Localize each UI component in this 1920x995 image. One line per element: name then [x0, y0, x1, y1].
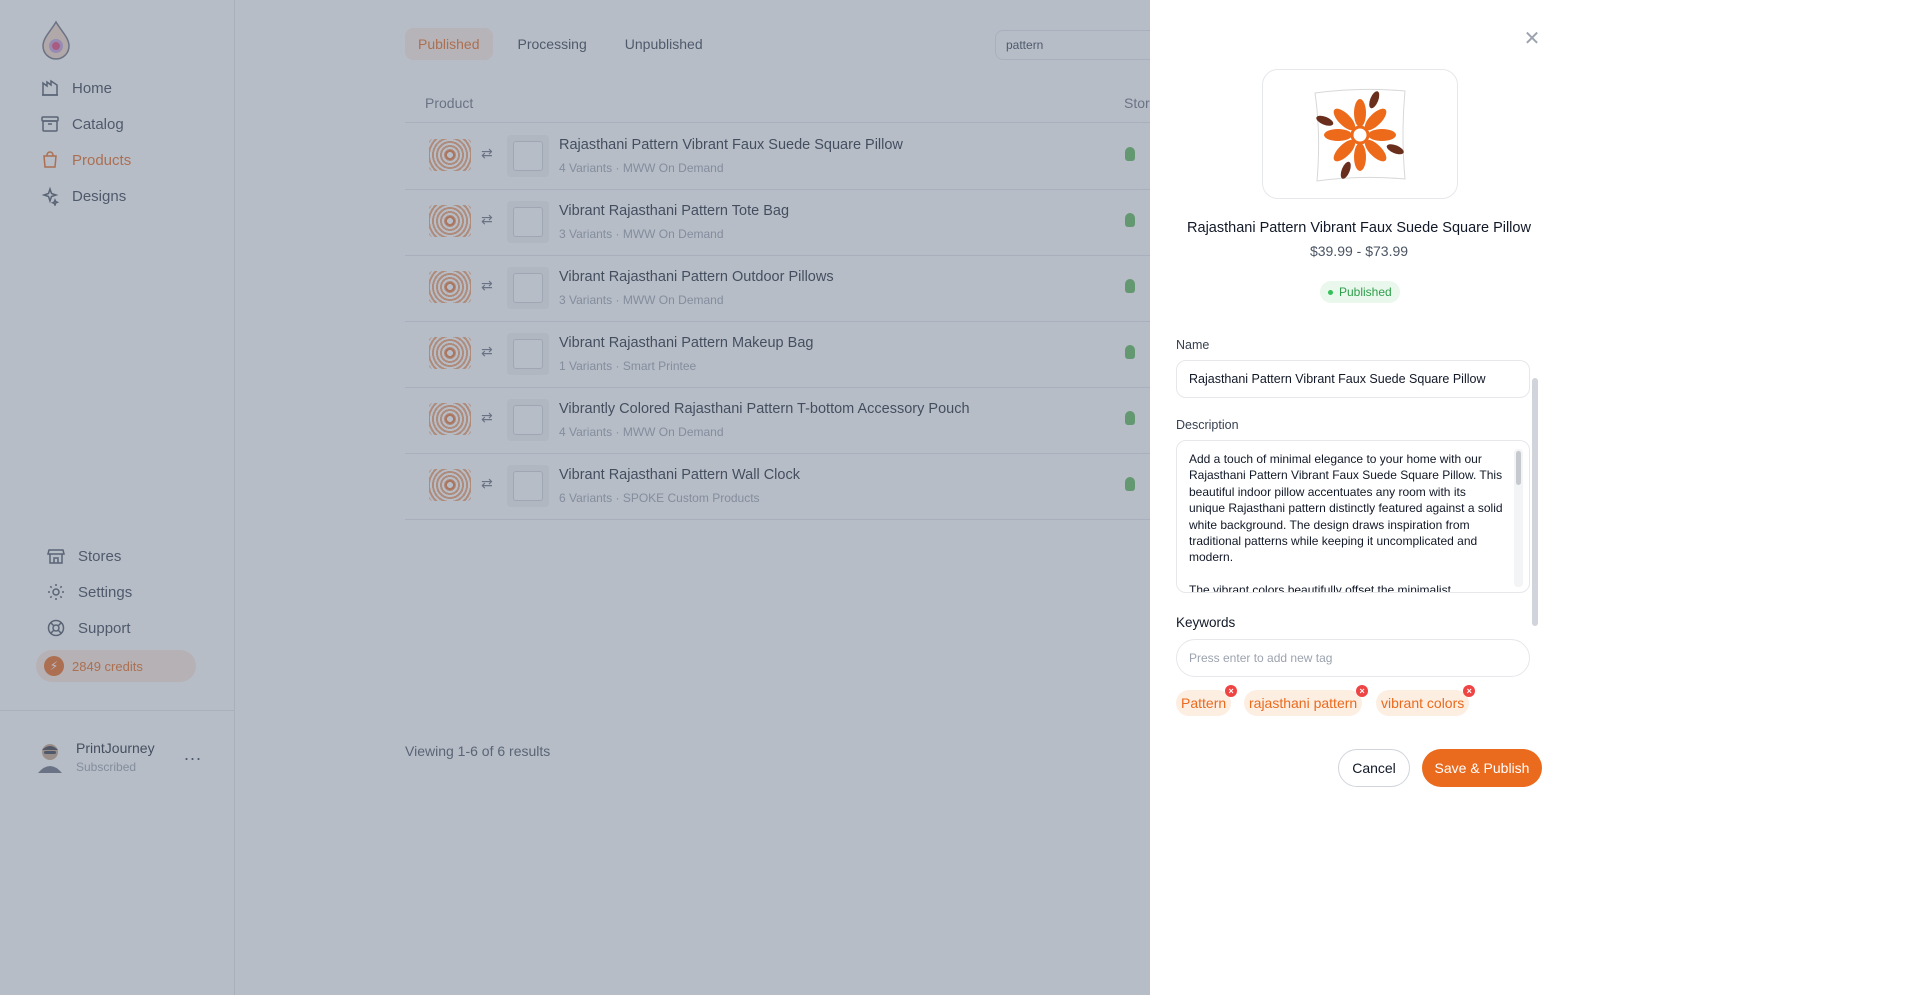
- cancel-button[interactable]: Cancel: [1338, 749, 1410, 787]
- description-scrollbar[interactable]: [1516, 451, 1521, 485]
- tag-label: vibrant colors: [1381, 695, 1465, 711]
- save-publish-button[interactable]: Save & Publish: [1422, 749, 1542, 787]
- tag-label: rajasthani pattern: [1249, 695, 1358, 711]
- remove-tag-icon[interactable]: ×: [1356, 685, 1369, 697]
- keywords-label: Keywords: [1176, 615, 1236, 630]
- close-icon[interactable]: ✕: [1523, 29, 1541, 49]
- remove-tag-icon[interactable]: ×: [1225, 685, 1238, 697]
- description-text: Add a touch of minimal elegance to your …: [1189, 452, 1503, 593]
- pillow-image: [1314, 88, 1406, 182]
- description-label: Description: [1176, 418, 1239, 432]
- keywords-input[interactable]: [1176, 639, 1530, 677]
- product-preview-image: [1262, 69, 1458, 199]
- keyword-tag: rajasthani pattern ×: [1244, 685, 1369, 716]
- drawer-scrollbar[interactable]: [1532, 378, 1538, 626]
- price-range: $39.99 - $73.99: [1309, 243, 1409, 259]
- name-label: Name: [1176, 338, 1210, 352]
- status-dot-icon: [1328, 289, 1333, 295]
- description-field[interactable]: Add a touch of minimal elegance to your …: [1176, 440, 1530, 593]
- name-field[interactable]: [1176, 360, 1530, 398]
- keyword-tag: vibrant colors ×: [1376, 685, 1476, 716]
- product-edit-drawer: ✕ Rajasthani Pattern Vibrant Faux Suede …: [1150, 0, 1920, 995]
- drawer-product-title: Rajasthani Pattern Vibrant Faux Suede Sq…: [1187, 220, 1531, 236]
- status-label: Published: [1339, 285, 1392, 299]
- tag-label: Pattern: [1181, 695, 1227, 711]
- status-badge: Published: [1320, 281, 1400, 303]
- remove-tag-icon[interactable]: ×: [1463, 685, 1476, 697]
- keyword-tag: Pattern ×: [1176, 685, 1238, 716]
